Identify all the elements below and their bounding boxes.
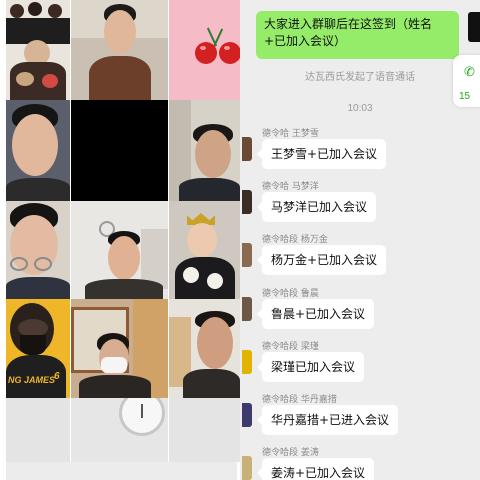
message-bubble[interactable]: 华丹嘉措+已进入会议 [256,405,399,435]
tile-wall-clock[interactable] [71,398,168,462]
message-bubble[interactable]: 姜涛+已加入会议 [256,458,375,480]
avatar[interactable] [242,350,252,374]
message-bubble[interactable]: 马梦洋已加入会议 [256,192,377,222]
own-message-bubble: 大家进入群聊后在这签到（姓名+已加入会议） [256,11,459,59]
screenshot: NG JAMES 6 大家进入群聊后在这签到（姓名+已加入会议） 达瓦西氏发起了… [0,0,480,480]
tile-man-glasses[interactable] [6,201,70,299]
video-call-grid: NG JAMES 6 [0,0,240,480]
basketball-jersey-number: 6 [54,371,60,382]
avatar[interactable] [242,456,252,480]
tile-man-dark-jacket[interactable] [169,100,240,201]
chat-message: 德令哈 王梦雪 王梦雪+已加入会议 [240,126,480,178]
tile-man-room[interactable] [71,201,168,299]
chat-message: 德令哈段 华丹嘉措 华丹嘉措+已进入会议 [240,392,480,444]
message-bubble[interactable]: 鲁晨+已加入会议 [256,299,375,329]
tile-empty[interactable] [169,398,240,462]
call-float-button[interactable]: ✆ 15 [453,55,480,107]
chat-message: 德令哈段 鲁晨 鲁晨+已加入会议 [240,286,480,338]
message-time: 10:03 [347,103,373,114]
chat-message: 德令哈段 姜涛 姜涛+已加入会议 [240,445,480,480]
avatar[interactable] [242,137,252,161]
tile-group-illustration[interactable] [6,0,70,100]
phone-icon: ✆ [464,65,475,80]
tile-man-window[interactable] [169,299,240,398]
system-message: 达瓦西氏发起了语音通话 [305,72,415,83]
own-avatar[interactable] [468,12,480,42]
avatar[interactable] [242,243,252,267]
avatar[interactable] [242,190,252,214]
tile-cherry-sticker[interactable] [169,0,240,100]
message-bubble[interactable]: 王梦雪+已加入会议 [256,139,387,169]
chat-panel: 大家进入群聊后在这签到（姓名+已加入会议） 达瓦西氏发起了语音通话 ✆ 15 1… [240,0,480,480]
grid-bottom-bar [6,462,237,480]
tile-woman-mask[interactable] [71,299,168,398]
message-bubble[interactable]: 梁瑾已加入会议 [256,352,365,382]
sender-name: 德令哈段 华丹嘉措 [262,395,337,405]
tile-basketball-avatar[interactable]: NG JAMES 6 [6,299,70,398]
chat-message: 德令哈 马梦洋 马梦洋已加入会议 [240,179,480,231]
avatar[interactable] [242,403,252,427]
chat-message: 德令哈段 梁瑾 梁瑾已加入会议 [240,339,480,391]
sender-name: 德令哈 马梦洋 [262,182,319,192]
tile-baby-crown[interactable] [169,201,240,299]
avatar[interactable] [242,297,252,321]
message-bubble[interactable]: 杨万金+已加入会议 [256,245,387,275]
sender-name: 德令哈 王梦雪 [262,129,319,139]
tile-man-brown-sweater[interactable] [71,0,168,100]
call-count: 15 [459,91,471,102]
sender-name: 德令哈段 梁瑾 [262,342,319,352]
sender-name: 德令哈段 鲁晨 [262,289,319,299]
sender-name: 德令哈段 姜涛 [262,448,319,458]
tile-camera-off[interactable] [71,100,168,201]
chat-message: 德令哈段 杨万金 杨万金+已加入会议 [240,232,480,284]
tile-wall[interactable] [6,398,70,462]
basketball-jersey-text: NG JAMES [8,375,56,385]
sender-name: 德令哈段 杨万金 [262,235,328,245]
tile-man-blue-background[interactable] [6,100,70,201]
